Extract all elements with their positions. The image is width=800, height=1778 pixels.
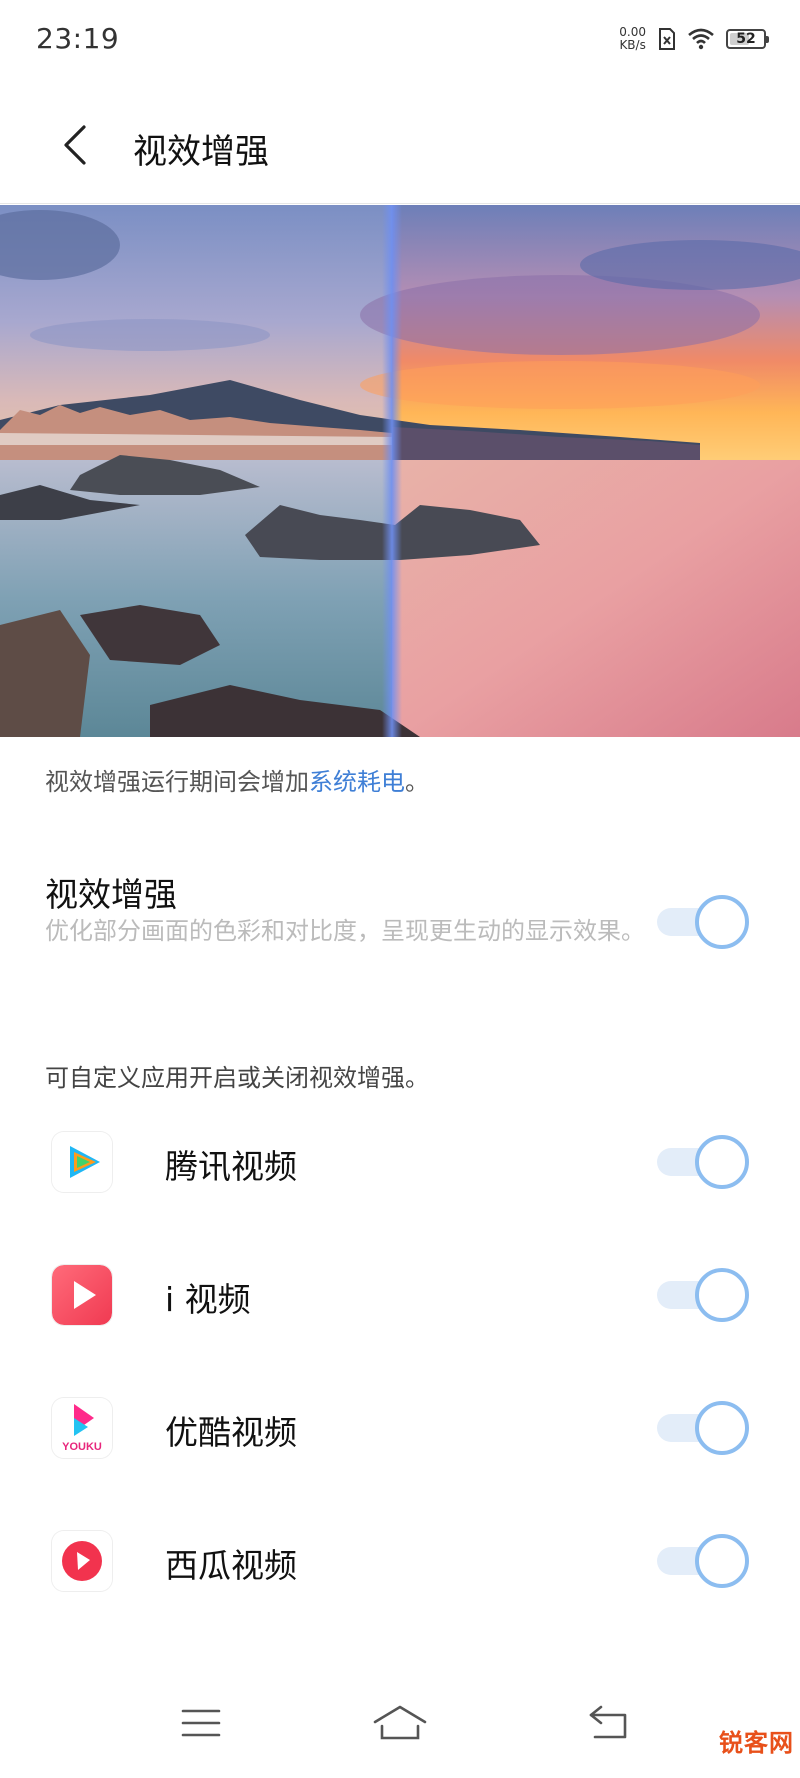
navigation-bar [0,1690,800,1778]
status-time: 23:19 [36,22,120,55]
page-header: 视效增强 [0,86,800,204]
network-speed-unit: KB/s [619,38,646,52]
app-row-xigua-video: 西瓜视频 [0,1501,800,1621]
app-name: 优酷视频 [165,1413,297,1452]
xigua-video-icon [52,1531,112,1591]
app-name: 腾讯视频 [165,1147,297,1186]
status-bar: 23:19 0.00 KB/s 52 [0,0,800,86]
status-icons: 0.00 KB/s 52 [619,26,769,52]
menu-button[interactable] [166,1698,236,1748]
youku-icon: YOUKU [52,1398,112,1458]
app-row-i-video: i 视频 [0,1235,800,1355]
watermark-text: 锐客网 [719,1729,794,1757]
toggle-knob [695,1534,749,1588]
app-row-youku: YOUKU 优酷视频 [0,1368,800,1488]
i-video-toggle[interactable] [657,1268,749,1322]
visual-enhancement-setting: 视效增强 优化部分画面的色彩和对比度，呈现更生动的显示效果。 [0,860,800,990]
home-button[interactable] [365,1698,435,1748]
system-power-link[interactable]: 系统耗电 [309,768,405,796]
back-button[interactable] [50,120,100,170]
menu-icon [181,1709,221,1737]
app-name: i 视频 [165,1280,251,1319]
power-note-suffix: 。 [405,768,429,796]
youku-toggle[interactable] [657,1401,749,1455]
chevron-left-icon [64,125,86,165]
back-nav-button[interactable] [574,1698,644,1748]
battery-level: 52 [736,31,756,47]
wifi-icon [688,28,714,50]
home-icon [373,1705,427,1740]
custom-apps-note: 可自定义应用开启或关闭视效增强。 [45,1064,429,1092]
i-video-icon [52,1265,112,1325]
setting-description: 优化部分画面的色彩和对比度，呈现更生动的显示效果。 [45,917,645,945]
watermark: 锐客网 [719,1723,794,1758]
power-note-prefix: 视效增强运行期间会增加 [45,768,309,796]
setting-title: 视效增强 [45,875,177,914]
visual-enhancement-toggle[interactable] [657,895,749,949]
page-title: 视效增强 [133,132,269,172]
no-sim-icon [658,27,676,51]
network-speed: 0.00 KB/s [619,26,646,52]
app-row-tencent-video: 腾讯视频 [0,1102,800,1222]
youku-icon-text: YOUKU [62,1441,102,1453]
toggle-knob [695,1135,749,1189]
comparison-preview-image [0,205,800,737]
tencent-video-toggle[interactable] [657,1135,749,1189]
power-consumption-note: 视效增强运行期间会增加系统耗电。 [45,762,429,797]
toggle-knob [695,1401,749,1455]
toggle-knob [695,1268,749,1322]
back-arrow-icon [589,1705,627,1739]
tencent-video-icon [52,1132,112,1192]
app-name: 西瓜视频 [165,1546,297,1585]
xigua-video-toggle[interactable] [657,1534,749,1588]
toggle-knob [695,895,749,949]
battery-icon: 52 [726,29,769,49]
